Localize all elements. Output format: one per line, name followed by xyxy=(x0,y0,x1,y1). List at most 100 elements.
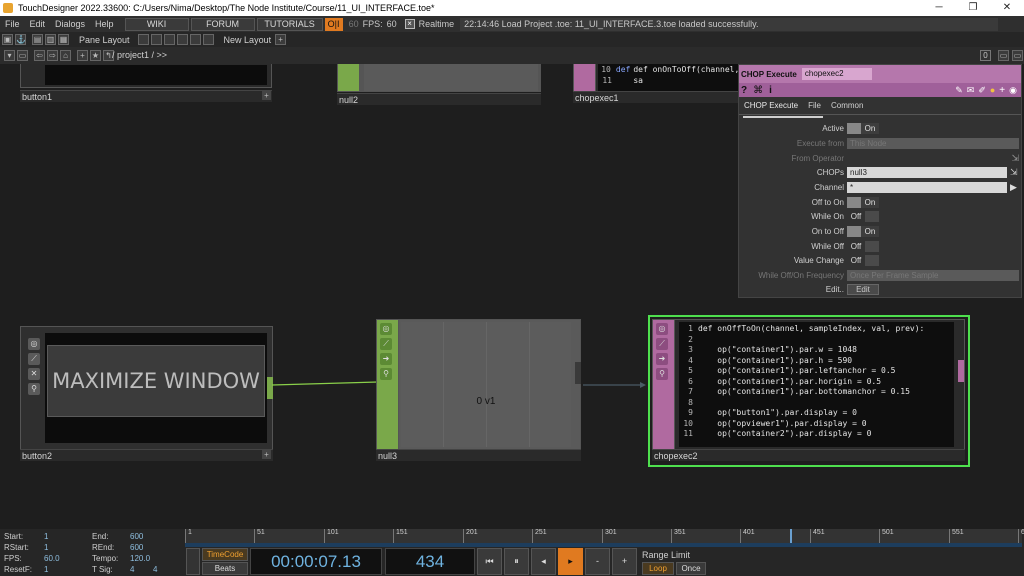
start-value[interactable]: 1 xyxy=(44,532,48,541)
forum-button[interactable]: FORUM xyxy=(190,17,255,31)
back-icon[interactable]: ⇦ xyxy=(34,50,45,61)
timeline-ruler[interactable]: 151101151201251301351401451501551600 xyxy=(185,529,1024,543)
chopexec2-output[interactable] xyxy=(958,360,964,382)
tsig-denominator[interactable]: 4 xyxy=(153,565,157,574)
add-op-icon[interactable]: + xyxy=(77,50,88,61)
rstart-value[interactable]: 1 xyxy=(44,543,48,552)
layout-slot-3[interactable] xyxy=(163,34,175,45)
rend-value[interactable]: 600 xyxy=(130,543,143,552)
export-flag-icon[interactable]: ➜ xyxy=(380,353,392,365)
pane-maximize-icon[interactable]: ▭ xyxy=(998,50,1009,61)
layout-slot-4[interactable] xyxy=(176,34,188,45)
close-button[interactable]: ✕ xyxy=(990,0,1024,16)
chat-icon[interactable]: ✉ xyxy=(967,85,975,96)
channel-field[interactable]: * xyxy=(847,181,1007,193)
network-path[interactable]: / project1 / >> xyxy=(112,50,167,60)
loop-button[interactable]: Loop xyxy=(642,562,674,575)
tab-file[interactable]: File xyxy=(803,101,826,110)
null3-node[interactable]: ◎ ⟋ ➜ ⚲ 0 v1 xyxy=(376,319,581,450)
null3-output[interactable] xyxy=(575,362,581,384)
add-layout-icon[interactable]: + xyxy=(275,34,287,45)
layout-slot-6[interactable] xyxy=(202,34,214,45)
tempo-value[interactable]: 120.0 xyxy=(130,554,150,563)
target-icon[interactable]: ◉ xyxy=(1009,85,1017,96)
layout-slot-5[interactable] xyxy=(189,34,201,45)
pane-grid2-icon[interactable]: ▥ xyxy=(45,34,56,45)
forward-icon[interactable]: ⇨ xyxy=(47,50,58,61)
perform-mode-button[interactable]: O|I xyxy=(324,17,343,31)
tutorials-button[interactable]: TUTORIALS xyxy=(256,17,323,31)
lock-flag-icon[interactable]: ⚲ xyxy=(380,368,392,380)
info-icon[interactable]: i xyxy=(769,85,772,96)
viewer-flag-icon[interactable]: ◎ xyxy=(656,323,668,335)
pane-type-icon[interactable]: ▭ xyxy=(17,50,28,61)
active-toggle[interactable]: On xyxy=(847,122,879,134)
while-off-toggle[interactable]: Off xyxy=(847,240,879,252)
timecode-toggle[interactable]: TimeCode xyxy=(202,548,248,561)
op-name-field[interactable]: chopexec2 xyxy=(801,68,872,80)
chopexec2-node[interactable]: ◎ ⟋ ➜ ⚲ 1 def onOffToOn(channel, sampleIn… xyxy=(652,319,965,450)
pause-button[interactable]: ⏸ xyxy=(504,548,529,575)
on-to-off-toggle[interactable]: On xyxy=(847,225,879,237)
step-back-button[interactable]: ◂ xyxy=(531,548,556,575)
menu-dialogs[interactable]: Dialogs xyxy=(50,19,90,29)
viewer-flag-icon[interactable]: ◎ xyxy=(380,323,392,335)
decrement-button[interactable]: - xyxy=(585,548,610,575)
add-param-icon[interactable]: + xyxy=(999,85,1005,96)
edit-button[interactable]: Edit xyxy=(847,283,879,295)
bypass-flag-icon[interactable]: ⟋ xyxy=(380,338,392,350)
off-to-on-toggle[interactable]: On xyxy=(847,196,879,208)
export-flag-icon[interactable]: ➜ xyxy=(656,353,668,365)
chopexec2-label[interactable]: chopexec2 xyxy=(652,449,965,461)
maximize-button[interactable]: ❐ xyxy=(956,0,990,16)
chops-field[interactable]: null3 xyxy=(847,166,1007,178)
timeline-options-button[interactable] xyxy=(186,548,200,575)
pane-number[interactable]: 0 xyxy=(980,50,991,61)
fps-value[interactable]: 60.0 xyxy=(44,554,60,563)
value-change-toggle[interactable]: Off xyxy=(847,254,879,266)
wiki-button[interactable]: WIKI xyxy=(124,17,189,31)
end-value[interactable]: 600 xyxy=(130,532,143,541)
bypass-flag-icon[interactable]: ⟋ xyxy=(656,338,668,350)
tab-common[interactable]: Common xyxy=(826,101,868,110)
help-icon[interactable]: ? xyxy=(741,85,747,96)
layout-slot-1[interactable] xyxy=(137,34,149,45)
frame-display[interactable]: 434 xyxy=(385,548,475,575)
pane-grid-icon[interactable]: ▤ xyxy=(32,34,43,45)
increment-button[interactable]: + xyxy=(612,548,637,575)
play-button[interactable]: ▸ xyxy=(558,548,583,575)
execute-from-menu[interactable]: This Node xyxy=(847,137,1019,149)
home-icon[interactable]: ⌂ xyxy=(60,50,71,61)
minimize-button[interactable]: ─ xyxy=(922,0,956,16)
pane-grid3-icon[interactable]: ▦ xyxy=(58,34,69,45)
timeline-range-bar[interactable] xyxy=(185,543,1022,547)
timecode-display[interactable]: 00:00:07.13 xyxy=(250,548,382,575)
playhead[interactable] xyxy=(790,529,792,543)
edit-icon[interactable]: ✐ xyxy=(978,85,986,96)
resetf-value[interactable]: 1 xyxy=(44,565,48,574)
pane-split-icon[interactable]: ▣ xyxy=(2,34,13,45)
while-on-toggle[interactable]: Off xyxy=(847,210,879,222)
beats-toggle[interactable]: Beats xyxy=(202,562,248,575)
menu-file[interactable]: File xyxy=(0,19,25,29)
python-help-icon[interactable]: ⌘ xyxy=(753,85,763,96)
chops-picker-icon[interactable]: ⇲ xyxy=(1010,167,1018,178)
from-operator-picker-icon[interactable]: ⇲ xyxy=(1011,153,1019,164)
python-icon[interactable]: ● xyxy=(990,85,995,95)
lock-flag-icon[interactable]: ⚲ xyxy=(656,368,668,380)
tab-chop-execute[interactable]: CHOP Execute xyxy=(739,101,803,110)
null3-label[interactable]: null3 xyxy=(376,449,581,461)
tsig-numerator[interactable]: 4 xyxy=(130,565,134,574)
menu-help[interactable]: Help xyxy=(90,19,119,29)
once-button[interactable]: Once xyxy=(676,562,706,575)
menu-edit[interactable]: Edit xyxy=(25,19,51,29)
realtime-checkbox[interactable]: × xyxy=(404,19,415,29)
bookmark-icon[interactable]: ★ xyxy=(90,50,101,61)
pane-close-icon[interactable]: ▭ xyxy=(1012,50,1023,61)
comment-icon[interactable]: ✎ xyxy=(955,85,963,96)
frequency-menu[interactable]: Once Per Frame Sample xyxy=(847,269,1019,281)
channel-menu-icon[interactable]: ▶ xyxy=(1010,182,1017,193)
pane-menu-icon[interactable]: ▾ xyxy=(4,50,15,61)
rewind-button[interactable]: ⏮ xyxy=(477,548,502,575)
anchor-icon[interactable]: ⚓ xyxy=(15,34,26,45)
